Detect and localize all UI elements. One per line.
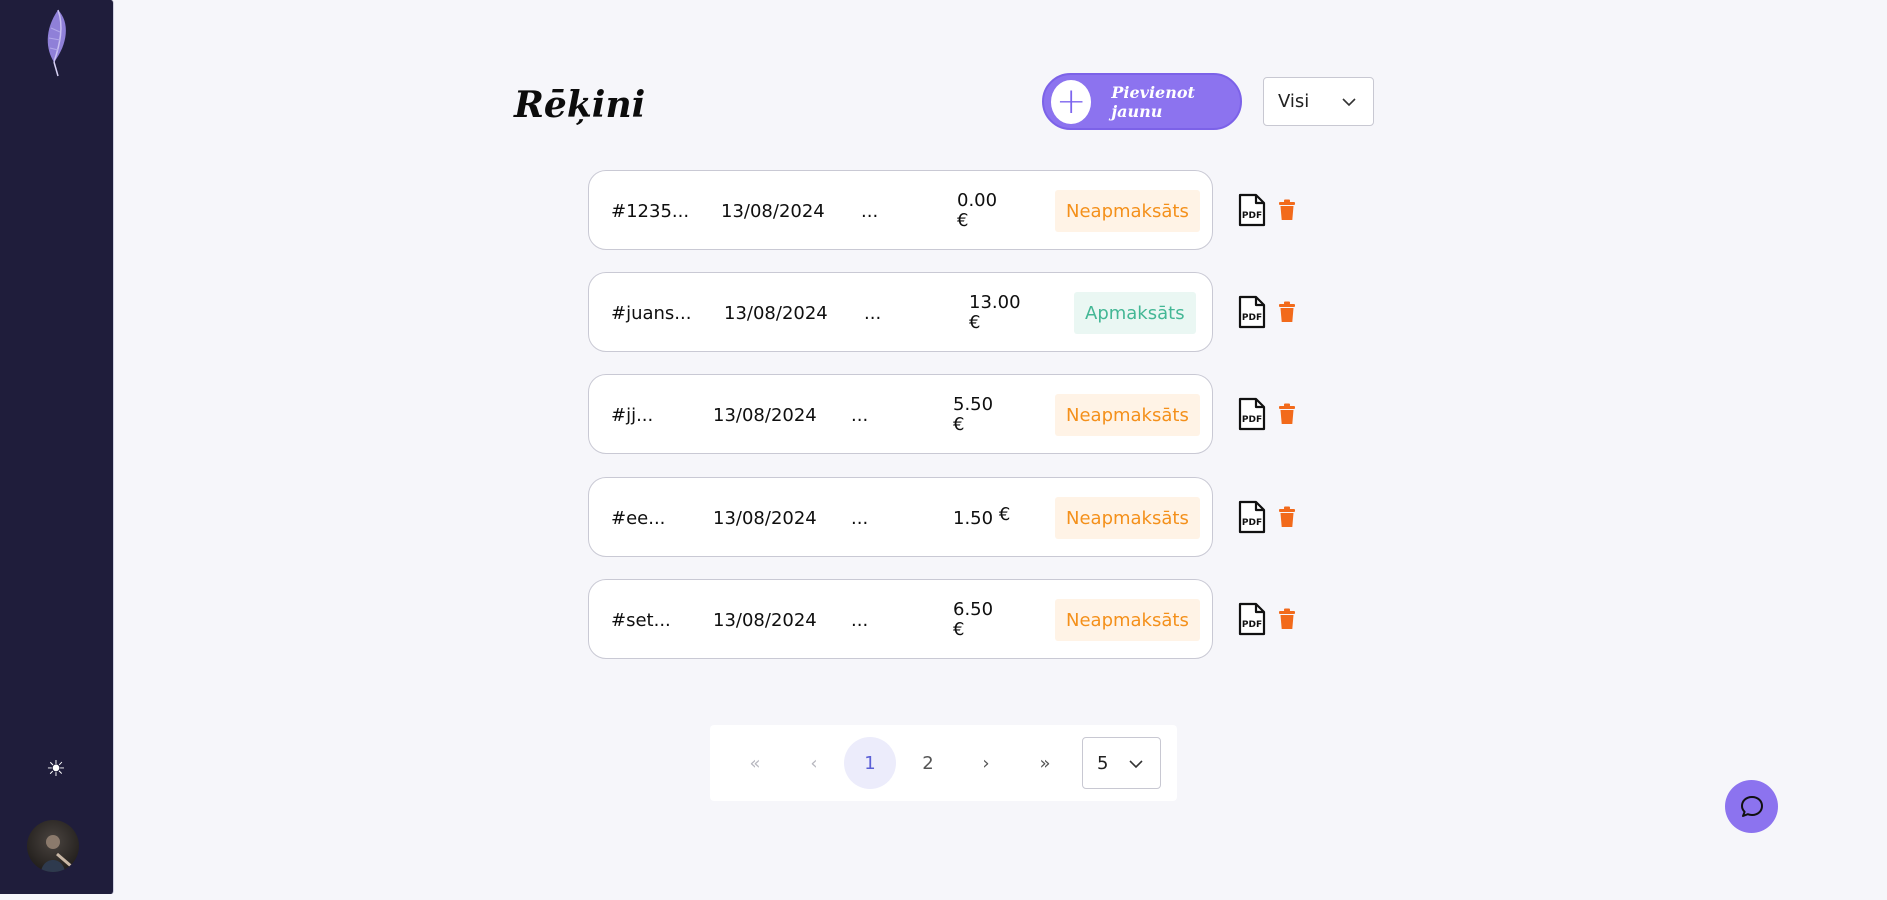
invoice-number: #jj...: [611, 405, 654, 426]
svg-text:PDF: PDF: [1242, 620, 1262, 630]
invoice-date: 13/08/2024: [724, 303, 828, 324]
first-page-button[interactable]: «: [729, 737, 781, 789]
invoice-date: 13/08/2024: [713, 610, 817, 631]
invoice-row[interactable]: #set... 13/08/2024 ... 6.50 € Neapmaksāts: [588, 579, 1213, 659]
chat-button[interactable]: [1725, 780, 1778, 833]
svg-text:PDF: PDF: [1242, 518, 1262, 528]
chevron-down-icon: [1129, 760, 1143, 769]
invoice-date: 13/08/2024: [721, 201, 825, 222]
pdf-icon[interactable]: PDF: [1237, 295, 1267, 329]
invoice-number: #1235...: [611, 201, 690, 222]
sun-icon[interactable]: ☀: [44, 758, 68, 782]
page-1-button[interactable]: 1: [844, 737, 896, 789]
status-badge: Apmaksāts: [1074, 292, 1196, 334]
plus-icon: +: [1051, 79, 1092, 124]
trash-icon[interactable]: [1278, 301, 1296, 323]
pdf-icon[interactable]: PDF: [1237, 602, 1267, 636]
invoice-row[interactable]: #ee... 13/08/2024 ... 1.50 € Neapmaksāts: [588, 477, 1213, 557]
status-filter-value: Visi: [1278, 91, 1310, 112]
trash-icon[interactable]: [1278, 403, 1296, 425]
pdf-icon[interactable]: PDF: [1237, 397, 1267, 431]
invoice-date: 13/08/2024: [713, 405, 817, 426]
trash-icon[interactable]: [1278, 506, 1296, 528]
status-badge: Neapmaksāts: [1055, 497, 1200, 539]
svg-text:PDF: PDF: [1242, 211, 1262, 221]
next-page-button[interactable]: ›: [960, 737, 1012, 789]
invoice-row[interactable]: #jj... 13/08/2024 ... 5.50 € Neapmaksāts: [588, 374, 1213, 454]
chevron-down-icon: [1342, 98, 1356, 107]
chat-bubble-icon: [1740, 795, 1763, 817]
invoice-client: ...: [861, 201, 879, 222]
svg-text:PDF: PDF: [1242, 313, 1262, 323]
invoice-amount: 5.50 €: [953, 394, 994, 435]
invoice-client: ...: [851, 610, 869, 631]
pdf-icon[interactable]: PDF: [1237, 500, 1267, 534]
trash-icon[interactable]: [1278, 608, 1296, 630]
invoice-row[interactable]: #juans... 13/08/2024 ... 13.00 € Apmaksāt…: [588, 272, 1213, 352]
prev-page-button[interactable]: ‹: [788, 737, 840, 789]
svg-text:PDF: PDF: [1242, 415, 1262, 425]
sidebar: ☀: [0, 0, 114, 894]
status-badge: Neapmaksāts: [1055, 394, 1200, 436]
invoice-client: ...: [851, 405, 869, 426]
avatar[interactable]: [27, 820, 79, 872]
status-badge: Neapmaksāts: [1055, 190, 1200, 232]
status-filter-select[interactable]: Visi: [1263, 77, 1374, 126]
invoice-client: ...: [851, 508, 869, 529]
invoice-number: #set...: [611, 610, 671, 631]
add-invoice-button[interactable]: + Pievienot jaunu: [1042, 73, 1242, 130]
page-size-value: 5: [1097, 752, 1109, 774]
add-invoice-label: Pievienot jaunu: [1111, 82, 1195, 121]
page-2-button[interactable]: 2: [902, 737, 954, 789]
status-badge: Neapmaksāts: [1055, 599, 1200, 641]
invoice-amount: 1.50 €: [953, 504, 1011, 529]
invoice-number: #ee...: [611, 508, 666, 529]
trash-icon[interactable]: [1278, 199, 1296, 221]
invoice-row[interactable]: #1235... 13/08/2024 ... 0.00 € Neapmaksāt…: [588, 170, 1213, 250]
invoice-amount: 13.00 €: [969, 292, 1021, 333]
page-size-select[interactable]: 5: [1082, 737, 1161, 789]
invoice-client: ...: [864, 303, 882, 324]
feather-logo[interactable]: [36, 8, 76, 78]
invoice-amount: 0.00 €: [957, 190, 998, 231]
invoice-number: #juans...: [611, 303, 692, 324]
invoice-amount: 6.50 €: [953, 599, 994, 640]
last-page-button[interactable]: »: [1019, 737, 1071, 789]
pdf-icon[interactable]: PDF: [1237, 193, 1267, 227]
invoice-date: 13/08/2024: [713, 508, 817, 529]
pagination: « ‹ 1 2 › » 5: [710, 725, 1177, 801]
page-title: Rēķini: [514, 84, 646, 126]
